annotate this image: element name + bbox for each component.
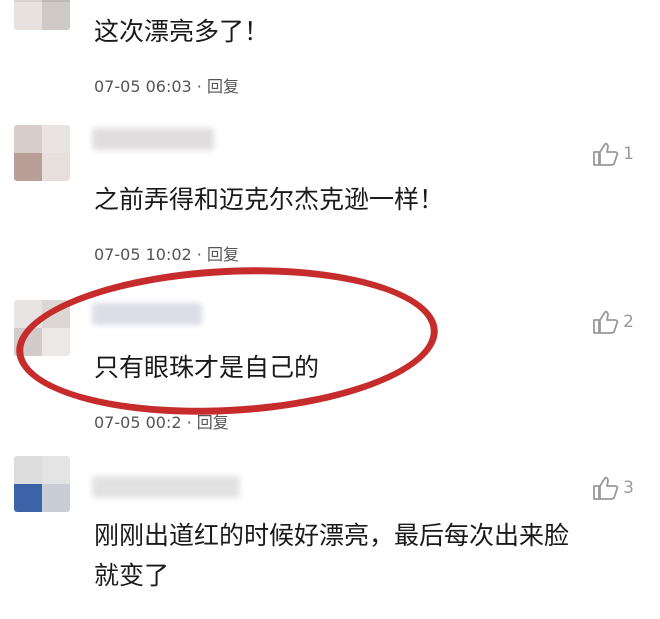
like-button[interactable]: 1 (591, 140, 634, 168)
like-button[interactable]: 3 (591, 474, 634, 502)
avatar[interactable] (14, 0, 70, 30)
comment-text-line-1: 刚刚出道红的时候好漂亮，最后每次出来脸 (94, 521, 570, 550)
comment-text: 之前弄得和迈克尔杰克逊一样！ (94, 185, 445, 214)
reply-link[interactable]: 回复 (197, 413, 229, 432)
reply-link[interactable]: 回复 (207, 245, 239, 264)
thumbs-up-icon (593, 476, 619, 500)
avatar[interactable] (14, 125, 70, 181)
reply-link[interactable]: 回复 (207, 77, 239, 96)
like-count: 3 (623, 478, 634, 498)
thumbs-up-icon (593, 310, 619, 334)
red-highlight-circle (12, 257, 442, 425)
comment-time: 07-05 10:02 (94, 245, 192, 264)
like-button[interactable]: 2 (591, 308, 634, 336)
thumbs-up-icon (593, 142, 619, 166)
meta-separator: · (196, 77, 202, 96)
username-blurred (92, 128, 214, 150)
comment-text: 这次漂亮多了！ (94, 17, 270, 46)
comment-meta: 07-05 10:02 · 回复 (94, 241, 239, 265)
like-count: 1 (623, 144, 634, 164)
comment-time: 07-05 00:2 (94, 413, 182, 432)
comment-text-line-2: 就变了 (94, 561, 170, 590)
avatar[interactable] (14, 456, 70, 512)
like-count: 2 (623, 312, 634, 332)
meta-separator: · (186, 413, 192, 432)
meta-separator: · (196, 245, 202, 264)
username-blurred (92, 476, 240, 498)
comment-time: 07-05 06:03 (94, 77, 192, 96)
comment-meta: 07-05 06:03 · 回复 (94, 73, 239, 97)
